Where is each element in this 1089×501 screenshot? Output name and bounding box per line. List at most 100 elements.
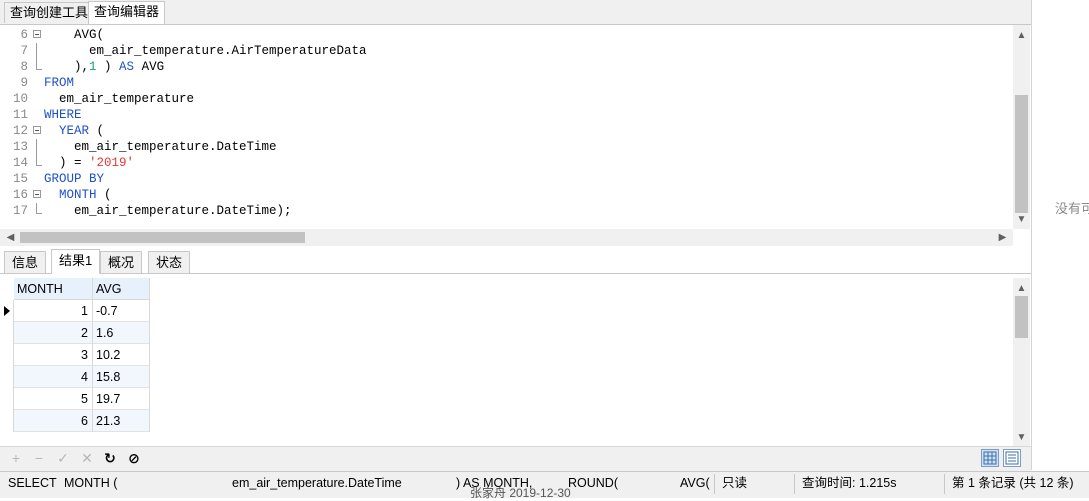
line-number: 14 (12, 156, 28, 170)
apply-changes-icon[interactable]: ✓ (55, 450, 71, 466)
line-number: 17 (12, 204, 28, 218)
tab-status[interactable]: 状态 (148, 251, 191, 273)
code-text: WHERE (44, 107, 82, 123)
table-row[interactable]: 6 21.3 (0, 410, 150, 432)
code-line[interactable]: 8 ),1 ) AS AVG (0, 59, 1000, 75)
tab-query-editor[interactable]: 查询编辑器 (88, 1, 166, 24)
cell-avg[interactable]: 1.6 (93, 322, 150, 344)
cell-avg[interactable]: 15.8 (93, 366, 150, 388)
status-record-count: 第 1 条记录 (共 12 条) (952, 476, 1074, 490)
scroll-up-icon[interactable]: ▲ (1013, 280, 1030, 297)
delete-record-icon[interactable]: − (31, 450, 47, 466)
row-indicator[interactable] (0, 388, 14, 410)
cell-month[interactable]: 1 (14, 300, 93, 322)
code-token: AS (119, 60, 135, 74)
status-divider (944, 474, 945, 494)
side-panel-text: 没有可 (1055, 201, 1089, 216)
line-number: 13 (12, 140, 28, 154)
cell-month[interactable]: 2 (14, 322, 93, 344)
sql-editor[interactable]: 6 AVG(7 em_air_temperature.AirTemperatur… (0, 25, 1013, 229)
code-line[interactable]: 15 GROUP BY (0, 171, 1000, 187)
scroll-left-icon[interactable]: ◀ (2, 229, 19, 246)
editor-hscroll-thumb[interactable] (20, 232, 305, 243)
column-header-month[interactable]: MONTH (14, 278, 93, 300)
status-sql-round: ROUND( (568, 476, 618, 490)
current-row-indicator-icon[interactable] (0, 300, 14, 322)
form-view-icon[interactable] (1003, 449, 1021, 467)
fold-end-guide (36, 59, 42, 70)
query-window: 查询创建工具 查询编辑器 6 AVG(7 em_air_temperature.… (0, 0, 1032, 471)
grid-vscroll-thumb[interactable] (1015, 296, 1028, 338)
line-number: 12 (12, 124, 28, 138)
refresh-icon[interactable]: ↻ (102, 450, 118, 466)
code-text: ) = '2019' (44, 155, 134, 171)
scroll-right-icon[interactable]: ▶ (994, 229, 1011, 246)
tab-profile[interactable]: 概况 (100, 251, 143, 273)
code-line[interactable]: 17 em_air_temperature.DateTime); (0, 203, 1000, 219)
stop-icon[interactable]: ⊘ (126, 450, 142, 466)
grid-toolbar: + − ✓ ✕ ↻ ⊘ (0, 446, 1031, 471)
fold-toggle-icon[interactable] (33, 126, 41, 134)
code-text: YEAR ( (44, 123, 104, 139)
status-sql-month: MONTH ( (64, 476, 118, 490)
code-token: '2019' (89, 156, 135, 170)
cell-avg[interactable]: 21.3 (93, 410, 150, 432)
code-line[interactable]: 9 FROM (0, 75, 1000, 91)
code-line[interactable]: 6 AVG( (0, 27, 1000, 43)
editor-vscroll-thumb[interactable] (1015, 95, 1028, 213)
code-line[interactable]: 10 em_air_temperature (0, 91, 1000, 107)
code-line[interactable]: 16 MONTH ( (0, 187, 1000, 203)
row-indicator[interactable] (0, 344, 14, 366)
code-text: AVG( (44, 27, 104, 43)
editor-vertical-scrollbar[interactable]: ▲ ▼ (1013, 25, 1030, 229)
code-line[interactable]: 11 WHERE (0, 107, 1000, 123)
code-token: em_air_temperature.DateTime); (44, 204, 292, 218)
code-line[interactable]: 12 YEAR ( (0, 123, 1000, 139)
cell-month[interactable]: 3 (14, 344, 93, 366)
cell-avg[interactable]: 10.2 (93, 344, 150, 366)
scroll-up-icon[interactable]: ▲ (1013, 27, 1030, 44)
fold-toggle-icon[interactable] (33, 30, 41, 38)
tab-result-1[interactable]: 结果1 (51, 249, 101, 274)
row-indicator[interactable] (0, 366, 14, 388)
scroll-down-icon[interactable]: ▼ (1013, 429, 1030, 446)
tab-query-builder[interactable]: 查询创建工具 (4, 2, 95, 23)
cell-avg[interactable]: -0.7 (93, 300, 150, 322)
column-header-avg[interactable]: AVG (93, 278, 150, 300)
cell-month[interactable]: 6 (14, 410, 93, 432)
editor-horizontal-scrollbar[interactable]: ◀ ▶ (0, 229, 1013, 246)
line-number: 10 (12, 92, 28, 106)
table-row[interactable]: 5 19.7 (0, 388, 150, 410)
code-token: em_air_temperature.DateTime (44, 140, 277, 154)
status-sql-select: SELECT (8, 476, 57, 490)
discard-changes-icon[interactable]: ✕ (79, 450, 95, 466)
fold-guide (36, 139, 37, 155)
fold-toggle-icon[interactable] (33, 190, 41, 198)
code-token: FROM (44, 76, 75, 90)
fold-guide (36, 43, 37, 59)
scroll-down-icon[interactable]: ▼ (1013, 211, 1030, 228)
table-row[interactable]: 2 1.6 (0, 322, 150, 344)
code-line[interactable]: 7 em_air_temperature.AirTemperatureData (0, 43, 1000, 59)
row-indicator[interactable] (0, 322, 14, 344)
cell-month[interactable]: 5 (14, 388, 93, 410)
code-text: em_air_temperature.AirTemperatureData (44, 43, 367, 59)
cell-month[interactable]: 4 (14, 366, 93, 388)
add-record-icon[interactable]: + (8, 450, 24, 466)
grid-vertical-scrollbar[interactable]: ▲ ▼ (1013, 278, 1030, 446)
background-window-text: 张家舟 2019-12-30 (470, 486, 571, 500)
table-row[interactable]: 3 10.2 (0, 344, 150, 366)
table-row[interactable]: 4 15.8 (0, 366, 150, 388)
code-line[interactable]: 13 em_air_temperature.DateTime (0, 139, 1000, 155)
cell-avg[interactable]: 19.7 (93, 388, 150, 410)
row-indicator[interactable] (0, 410, 14, 432)
tab-messages[interactable]: 信息 (4, 251, 47, 273)
code-text: MONTH ( (44, 187, 112, 203)
table-row[interactable]: 1 -0.7 (0, 300, 150, 322)
code-token: WHERE (44, 108, 82, 122)
grid-view-icon[interactable] (981, 449, 999, 467)
result-grid[interactable]: MONTH AVG 1 -0.7 2 1.6 3 10.2 4 15.8 5 19.7 6 21.3 (0, 278, 1013, 446)
code-line[interactable]: 14 ) = '2019' (0, 155, 1000, 171)
